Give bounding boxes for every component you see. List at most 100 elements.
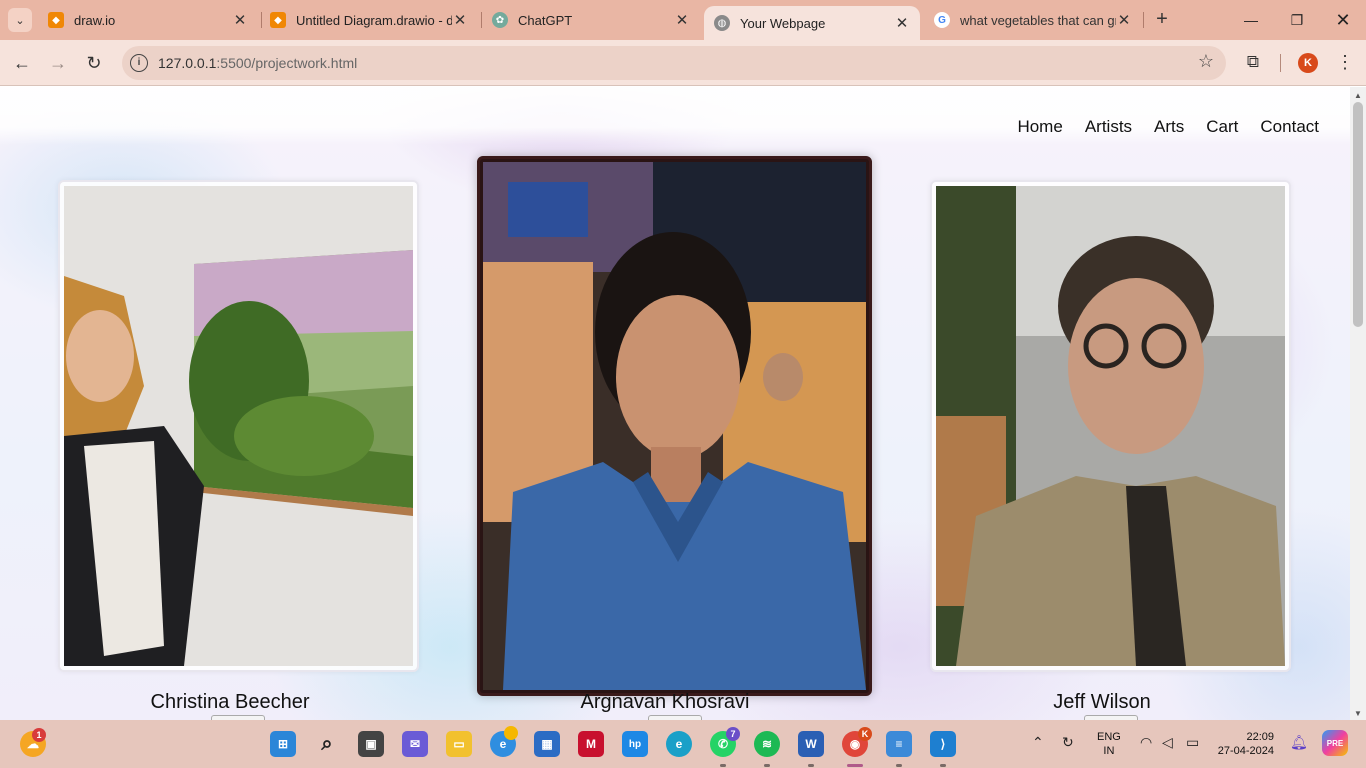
teams-chat-icon[interactable]: ✉ [402, 731, 428, 757]
artist-photo [64, 186, 413, 666]
arrow-right-icon: → [49, 52, 67, 73]
site-info-icon[interactable]: i [130, 54, 148, 72]
sync-icon[interactable]: ↻ [1062, 734, 1074, 751]
start-icon[interactable]: ⊞ [270, 731, 296, 757]
tab-title: Your Webpage [740, 15, 826, 31]
tab-untitled-diagram[interactable]: ◆ Untitled Diagram.drawio - d ✕ [260, 0, 478, 40]
edge-icon[interactable]: e [666, 731, 692, 757]
chevron-down-icon: ⌄ [15, 14, 25, 27]
nav-cart[interactable]: Cart [1206, 117, 1238, 137]
active-indicator [847, 764, 863, 767]
page-scrollbar[interactable]: ▲ ▼ [1350, 87, 1366, 720]
language-indicator[interactable]: ENG IN [1097, 730, 1121, 758]
tab-drawio[interactable]: ◆ draw.io ✕ [38, 0, 258, 40]
tab-google-search[interactable]: G what vegetables that can gr ✕ [924, 0, 1142, 40]
chatgpt-icon: ✿ [492, 12, 508, 28]
drawio-icon: ◆ [48, 12, 64, 28]
spotify-icon[interactable]: ≋ [754, 731, 780, 757]
artist-photo [936, 186, 1285, 666]
page-viewport: Home Artists Arts Cart Contact Christina… [0, 87, 1350, 720]
notepad-icon[interactable]: ≡ [886, 731, 912, 757]
close-icon[interactable]: ✕ [894, 14, 910, 32]
extensions-icon[interactable]: ⧉ [1242, 52, 1264, 74]
url-text[interactable]: 127.0.0.1:5500/projectwork.html [158, 55, 357, 71]
artist-name: Christina Beecher [150, 691, 310, 713]
nav-home[interactable]: Home [1017, 117, 1062, 137]
myhp-icon[interactable]: hp [622, 731, 648, 757]
copilot-label: PRE [1326, 738, 1344, 748]
volume-icon[interactable]: ◁ [1162, 734, 1173, 751]
restore-button[interactable]: ❐ [1274, 0, 1320, 40]
artist-card[interactable] [58, 180, 419, 672]
artist-photo-image [936, 186, 1285, 666]
close-icon[interactable]: ✕ [1116, 11, 1132, 29]
artist-card-featured[interactable] [477, 156, 872, 696]
artist-card[interactable] [930, 180, 1291, 672]
running-indicator [720, 764, 726, 767]
vscode-icon[interactable]: ⟩ [930, 731, 956, 757]
google-icon: G [934, 12, 950, 28]
nav-arts[interactable]: Arts [1154, 117, 1184, 137]
taskbar: ☁ 1 ⊞ ⌕ ▣ ✉ ▭ e ▦ M hp e ✆ 7 ≋ W ◉ K ≡ ⟩… [0, 720, 1366, 768]
tab-search-button[interactable]: ⌄ [8, 8, 32, 32]
clock[interactable]: 22:09 27-04-2024 [1216, 730, 1274, 758]
close-icon[interactable]: ✕ [674, 11, 690, 29]
profile-avatar[interactable]: K [1298, 53, 1318, 73]
nav-artists[interactable]: Artists [1085, 117, 1132, 137]
battery-icon[interactable]: ▭ [1186, 734, 1199, 751]
artist-name: Jeff Wilson [1053, 691, 1151, 713]
more-menu-icon[interactable]: ⋮ [1336, 52, 1354, 73]
close-icon: ✕ [1335, 9, 1351, 30]
toolbar-separator [1280, 54, 1281, 72]
mcafee-icon[interactable]: M [578, 731, 604, 757]
restore-icon: ❐ [1290, 11, 1304, 28]
copilot-icon[interactable]: PRE [1322, 730, 1348, 756]
close-icon[interactable]: ✕ [232, 11, 248, 29]
clock-time: 22:09 [1246, 731, 1274, 743]
chevron-up-icon[interactable]: ⌃ [1032, 734, 1044, 751]
word-icon[interactable]: W [798, 731, 824, 757]
weather-badge: 1 [32, 728, 46, 742]
close-icon[interactable]: ✕ [452, 11, 468, 29]
arrow-left-icon: ← [13, 52, 31, 73]
task-view-icon[interactable]: ▣ [358, 731, 384, 757]
running-indicator [808, 764, 814, 767]
running-indicator [764, 764, 770, 767]
reload-button[interactable]: ↻ [80, 49, 108, 77]
notification-dot [504, 726, 518, 740]
tab-title: draw.io [74, 12, 116, 28]
tab-title: Untitled Diagram.drawio - d [296, 12, 452, 28]
scrollbar-thumb[interactable] [1353, 102, 1363, 327]
running-indicator [896, 764, 902, 767]
minimize-icon: — [1244, 12, 1258, 28]
address-bar[interactable]: i 127.0.0.1:5500/projectwork.html ☆ [122, 46, 1226, 80]
forward-button[interactable]: → [44, 49, 72, 77]
file-explorer-icon[interactable]: ▭ [446, 731, 472, 757]
language-code: ENG [1097, 731, 1121, 743]
clock-date: 27-04-2024 [1217, 745, 1274, 757]
tab-chatgpt[interactable]: ✿ ChatGPT ✕ [482, 0, 700, 40]
bookmark-star-icon[interactable]: ☆ [1198, 51, 1214, 72]
close-window-button[interactable]: ✕ [1320, 0, 1366, 40]
url-host: 127.0.0.1 [158, 55, 217, 71]
back-button[interactable]: ← [8, 49, 36, 77]
artist-photo [483, 162, 866, 690]
minimize-button[interactable]: — [1228, 0, 1274, 40]
whatsapp-badge: 7 [726, 727, 740, 741]
site-nav: Home Artists Arts Cart Contact [1017, 117, 1319, 137]
chrome-profile-badge: K [858, 727, 872, 741]
new-tab-button[interactable]: + [1150, 8, 1174, 32]
store-icon[interactable]: ▦ [534, 731, 560, 757]
artist-photo-image [64, 186, 413, 666]
tab-strip: ⌄ ◆ draw.io ✕ ◆ Untitled Diagram.drawio … [0, 0, 1366, 40]
artist-name: Argnavan Khosravi [580, 691, 750, 713]
notification-bell-icon[interactable]: 🔔︎ [1290, 734, 1308, 751]
wifi-icon[interactable]: ◠ [1140, 734, 1152, 751]
scroll-up-icon[interactable]: ▲ [1354, 91, 1362, 100]
reload-icon: ↻ [86, 52, 102, 73]
artist-photo-image [483, 162, 866, 690]
nav-contact[interactable]: Contact [1260, 117, 1319, 137]
scroll-down-icon[interactable]: ▼ [1354, 709, 1362, 718]
tab-your-webpage[interactable]: ◍ Your Webpage ✕ [704, 6, 920, 40]
search-icon[interactable]: ⌕ [314, 731, 340, 757]
